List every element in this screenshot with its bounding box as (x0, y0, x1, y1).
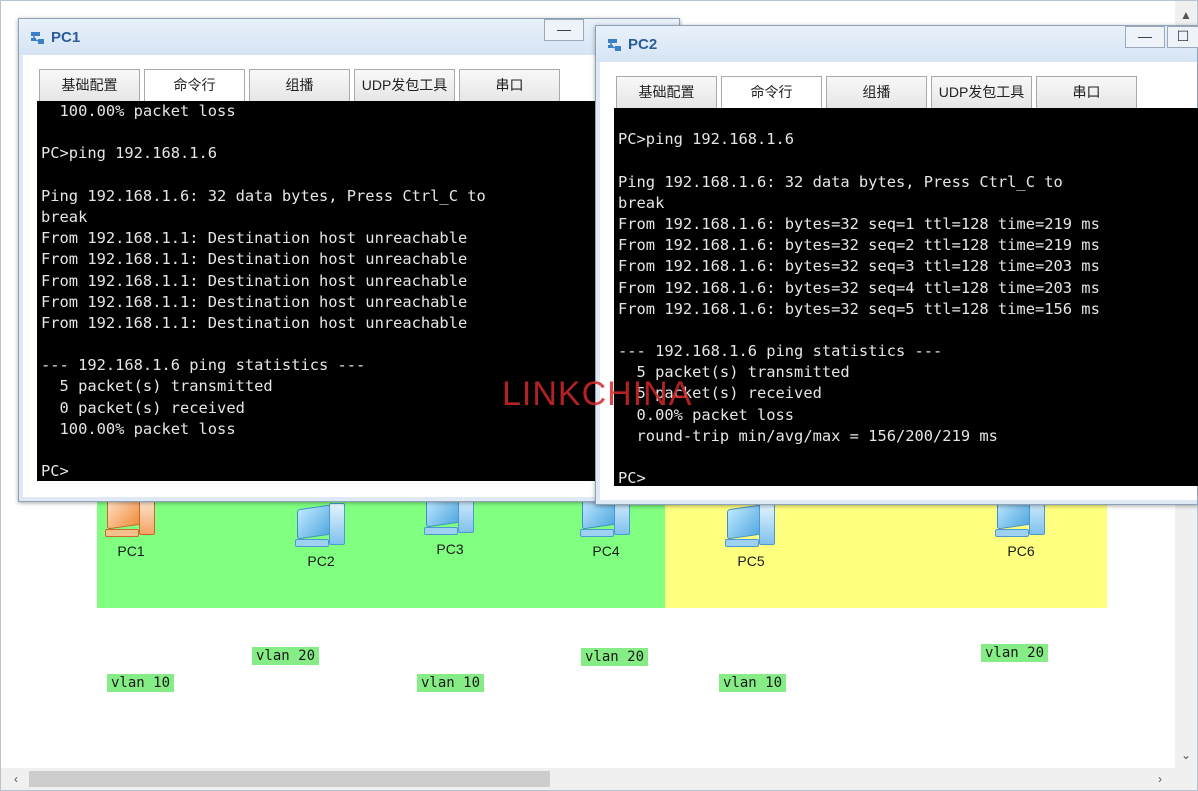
tab-udp-tool[interactable]: UDP发包工具 (354, 69, 455, 101)
window-title: PC1 (51, 29, 81, 46)
pc-label: PC2 (307, 553, 335, 569)
vlan-tag-pc3[interactable]: vlan 10 (417, 674, 485, 692)
vlan-tag-pc5[interactable]: vlan 10 (719, 674, 787, 692)
tab-basic-config[interactable]: 基础配置 (616, 76, 717, 108)
pc-icon (101, 493, 161, 541)
scroll-right-icon[interactable]: › (1149, 768, 1171, 790)
scroll-up-icon[interactable]: ▲ (1175, 5, 1197, 25)
console-line: PC> (41, 462, 69, 481)
scroll-corner (1175, 768, 1197, 790)
vlan-tag-pc6[interactable]: vlan 20 (981, 644, 1049, 662)
console-line: break (41, 207, 88, 226)
console-line: From 192.168.1.1: Destination host unrea… (41, 271, 468, 290)
console-line: Ping 192.168.1.6: 32 data bytes, Press C… (618, 172, 1063, 191)
console-line: PC>ping 192.168.1.6 (41, 144, 218, 163)
maximize-button[interactable]: ☐ (1167, 26, 1198, 48)
console-line: 0 packet(s) received (41, 398, 245, 417)
pc-node-pc2[interactable]: PC2 (281, 503, 361, 569)
console-line: 5 packet(s) transmitted (41, 377, 273, 396)
pc1-window[interactable]: PC1 — 基础配置 命令行 组播 UDP发包工具 串口 100.00% pac… (18, 18, 680, 502)
console-line: break (618, 193, 665, 212)
pc-icon (721, 503, 781, 551)
pc2-content: 基础配置 命令行 组播 UDP发包工具 串口 PC>ping 192.168.1… (600, 62, 1198, 500)
pc1-content: 基础配置 命令行 组播 UDP发包工具 串口 100.00% packet lo… (23, 55, 677, 497)
tab-command-line[interactable]: 命令行 (144, 69, 245, 101)
console-line: 100.00% packet loss (41, 102, 236, 120)
tab-basic-config[interactable]: 基础配置 (39, 69, 140, 101)
minimize-button[interactable]: — (1125, 26, 1165, 48)
console-line: round-trip min/avg/max = 156/200/219 ms (618, 426, 998, 445)
console-line: --- 192.168.1.6 ping statistics --- (618, 342, 943, 361)
pc-icon (291, 503, 351, 551)
tab-command-line[interactable]: 命令行 (721, 76, 822, 108)
pc-label: PC3 (436, 541, 464, 557)
pc-node-pc6[interactable]: PC6 (981, 493, 1061, 559)
pc1-console[interactable]: 100.00% packet loss PC>ping 192.168.1.6 Pi… (37, 101, 677, 481)
terminal-app-icon (31, 32, 44, 44)
console-line: From 192.168.1.6: bytes=32 seq=1 ttl=128… (618, 214, 1100, 233)
console-line: From 192.168.1.6: bytes=32 seq=3 ttl=128… (618, 257, 1100, 276)
console-line: PC> (618, 469, 646, 486)
tab-serial[interactable]: 串口 (1036, 76, 1137, 108)
console-line: Ping 192.168.1.6: 32 data bytes, Press C… (41, 186, 486, 205)
pc2-titlebar[interactable]: PC2 — ☐ (596, 26, 1198, 62)
pc-label: PC6 (1007, 543, 1035, 559)
console-line: 5 packet(s) received (618, 384, 822, 403)
pc2-window[interactable]: PC2 — ☐ 基础配置 命令行 组播 UDP发包工具 串口 PC>ping 1… (595, 25, 1198, 505)
tab-udp-tool[interactable]: UDP发包工具 (931, 76, 1032, 108)
pc-node-pc4[interactable]: PC4 (566, 493, 646, 559)
tab-multicast[interactable]: 组播 (249, 69, 350, 101)
pc-node-pc1[interactable]: PC1 (91, 493, 171, 559)
console-line: From 192.168.1.1: Destination host unrea… (41, 292, 468, 311)
console-line: From 192.168.1.6: bytes=32 seq=2 ttl=128… (618, 236, 1100, 255)
scroll-left-icon[interactable]: ‹ (5, 768, 27, 790)
console-line: 5 packet(s) transmitted (618, 363, 850, 382)
console-line: From 192.168.1.1: Destination host unrea… (41, 229, 468, 248)
console-line: From 192.168.1.1: Destination host unrea… (41, 313, 468, 332)
console-line: --- 192.168.1.6 ping statistics --- (41, 356, 366, 375)
pc1-titlebar[interactable]: PC1 — (19, 19, 679, 55)
pc-label: PC5 (737, 553, 765, 569)
horizontal-scrollbar[interactable]: ‹ › (1, 768, 1177, 790)
vlan-tag-pc2[interactable]: vlan 20 (252, 647, 320, 665)
scroll-down-icon[interactable]: ⌄ (1175, 745, 1197, 765)
pc-node-pc3[interactable]: PC3 (410, 491, 490, 557)
pc-node-pc5[interactable]: PC5 (711, 503, 791, 569)
tab-serial[interactable]: 串口 (459, 69, 560, 101)
horizontal-scroll-thumb[interactable] (29, 771, 550, 787)
console-line: 0.00% packet loss (618, 405, 795, 424)
minimize-button[interactable]: — (544, 19, 584, 41)
console-line: From 192.168.1.1: Destination host unrea… (41, 250, 468, 269)
terminal-app-icon (608, 39, 621, 51)
console-line: From 192.168.1.6: bytes=32 seq=5 ttl=128… (618, 299, 1100, 318)
window-title: PC2 (628, 36, 658, 53)
console-line: 100.00% packet loss (41, 419, 236, 438)
console-line: PC>ping 192.168.1.6 (618, 130, 795, 149)
vlan-tag-pc4[interactable]: vlan 20 (581, 648, 649, 666)
pc-label: PC4 (592, 543, 620, 559)
console-line: From 192.168.1.6: bytes=32 seq=4 ttl=128… (618, 278, 1100, 297)
tab-multicast[interactable]: 组播 (826, 76, 927, 108)
vlan-tag-pc1[interactable]: vlan 10 (107, 674, 175, 692)
pc2-console[interactable]: PC>ping 192.168.1.6 Ping 192.168.1.6: 32 … (614, 108, 1198, 486)
pc-label: PC1 (117, 543, 145, 559)
